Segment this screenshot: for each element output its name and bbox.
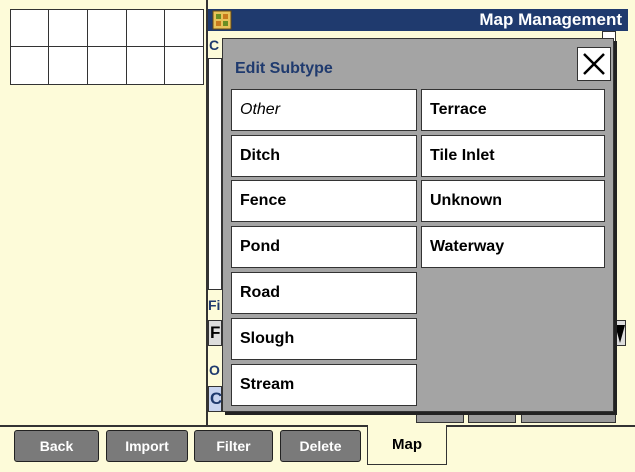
dropdown-arrow-icon	[615, 325, 625, 343]
page-title: Map Management	[479, 10, 622, 29]
obscured-label: Fi	[208, 297, 221, 313]
active-tab-joiner	[368, 424, 446, 427]
option-ditch[interactable]: Ditch	[231, 135, 417, 177]
option-waterway[interactable]: Waterway	[421, 226, 605, 268]
edit-subtype-dialog: Edit Subtype Other Ditch Fence Pond Road…	[222, 38, 614, 412]
option-other[interactable]: Other	[231, 89, 417, 131]
obscured-dropdown-end	[614, 320, 626, 346]
obscured-label: C	[210, 389, 223, 408]
map-management-icon	[212, 10, 232, 30]
grid-border	[10, 9, 204, 85]
option-pond[interactable]: Pond	[231, 226, 417, 268]
tab-filter[interactable]: Filter	[194, 430, 273, 462]
obscured-label: C	[209, 37, 220, 53]
close-button[interactable]	[577, 47, 611, 81]
option-road[interactable]: Road	[231, 272, 417, 314]
option-unknown[interactable]: Unknown	[421, 180, 605, 222]
option-terrace[interactable]: Terrace	[421, 89, 605, 131]
dialog-title: Edit Subtype	[235, 60, 333, 77]
obscured-list	[208, 58, 222, 290]
tab-map[interactable]: Map	[367, 425, 447, 465]
option-tile-inlet[interactable]: Tile Inlet	[421, 135, 605, 177]
obscured-label: F	[210, 323, 221, 342]
obscured-label: O	[209, 362, 220, 378]
tab-back[interactable]: Back	[14, 430, 99, 462]
title-bar: Map Management	[208, 9, 628, 31]
close-icon	[583, 53, 605, 75]
option-slough[interactable]: Slough	[231, 318, 417, 360]
tab-delete[interactable]: Delete	[280, 430, 361, 462]
tab-import[interactable]: Import	[106, 430, 188, 462]
option-stream[interactable]: Stream	[231, 364, 417, 406]
option-fence[interactable]: Fence	[231, 180, 417, 222]
